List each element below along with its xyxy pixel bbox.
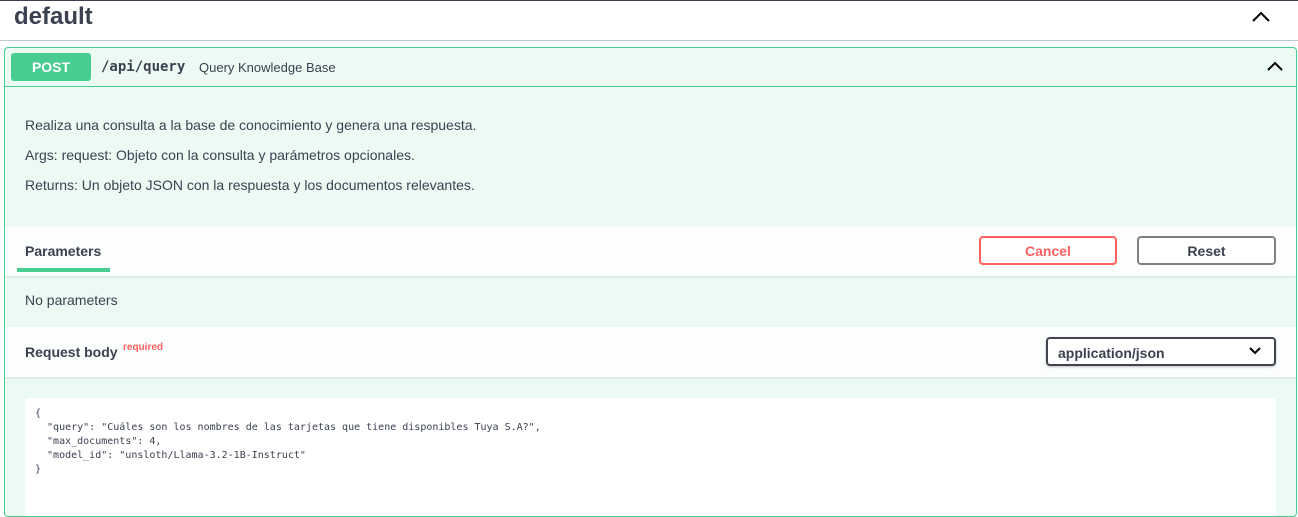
description-args: Args: request: Objeto con la consulta y … <box>25 147 415 163</box>
operation-summary-text: Query Knowledge Base <box>199 60 336 75</box>
chevron-down-icon <box>1249 347 1261 355</box>
chevron-up-icon[interactable] <box>1251 11 1271 23</box>
operation-summary[interactable]: POST /api/query Query Knowledge Base <box>5 48 1296 87</box>
method-badge: POST <box>11 53 91 81</box>
description-line: Realiza una consulta a la base de conoci… <box>25 117 477 133</box>
no-parameters-text: No parameters <box>25 292 118 308</box>
cancel-button[interactable]: Cancel <box>979 236 1117 265</box>
operation-block: POST /api/query Query Knowledge Base Rea… <box>4 47 1297 517</box>
section-header[interactable]: default <box>0 1 1298 41</box>
description-returns: Returns: Un objeto JSON con la respuesta… <box>25 177 475 193</box>
parameters-header: Parameters Cancel Reset <box>5 226 1296 276</box>
reset-button[interactable]: Reset <box>1137 236 1276 265</box>
section-title: default <box>14 3 93 30</box>
request-body-title: Request body <box>25 344 118 360</box>
tab-parameters[interactable]: Parameters <box>25 243 101 259</box>
request-body-header: Request body required application/json <box>5 327 1296 377</box>
request-body-editor[interactable]: { "query": "Cuáles son los nombres de la… <box>25 398 1276 516</box>
content-type-value: application/json <box>1058 345 1165 361</box>
content-type-select[interactable]: application/json <box>1046 337 1276 366</box>
required-marker: required <box>123 342 164 353</box>
request-body-json[interactable]: { "query": "Cuáles son los nombres de la… <box>35 407 541 477</box>
tab-active-indicator <box>17 268 110 272</box>
chevron-up-icon[interactable] <box>1265 60 1285 72</box>
endpoint-path: /api/query <box>101 59 186 75</box>
